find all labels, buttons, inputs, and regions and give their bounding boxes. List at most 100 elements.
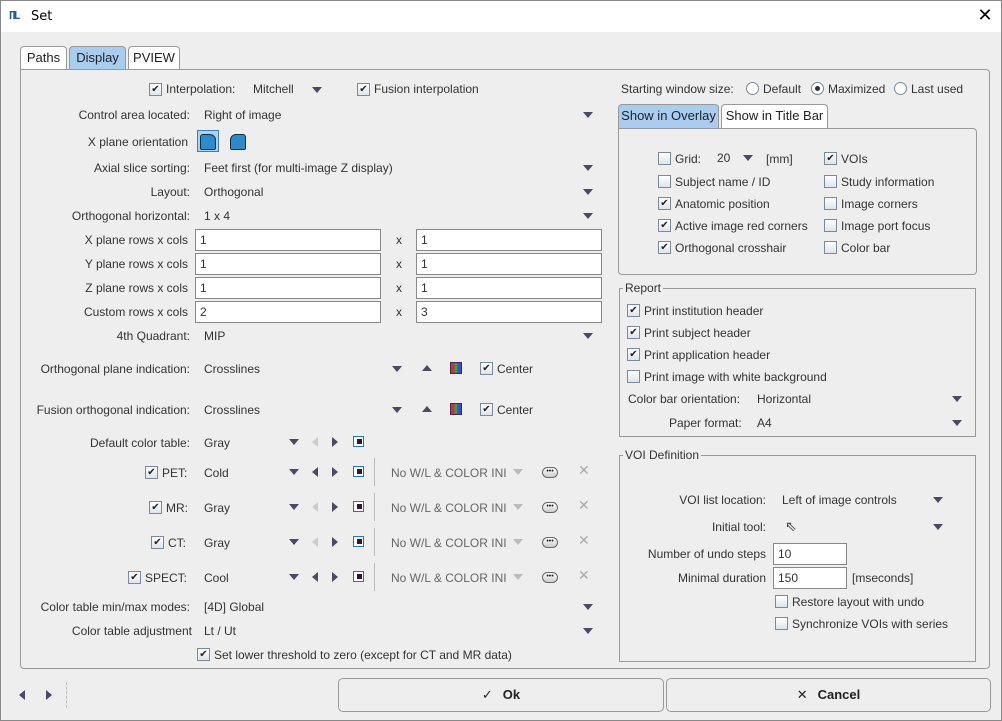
pet-dropdown-icon[interactable]: [289, 469, 299, 475]
ct-table-select[interactable]: Gray: [204, 536, 230, 550]
next-icon[interactable]: [332, 437, 338, 447]
study-info-checkbox[interactable]: [824, 175, 837, 188]
mr-color-table-icon[interactable]: [353, 501, 364, 512]
y-plane-rows-input[interactable]: 1: [195, 253, 381, 275]
fusion-indication-up-icon[interactable]: [422, 406, 432, 412]
minimal-duration-input[interactable]: 150: [773, 567, 847, 589]
orthogonal-crosshair-checkbox[interactable]: ✔: [658, 241, 671, 254]
paper-format-select[interactable]: A4: [757, 416, 772, 430]
spect-checkbox[interactable]: ✔: [128, 571, 141, 584]
color-bar-orientation-dropdown-icon[interactable]: [952, 396, 962, 402]
default-color-table-dropdown-icon[interactable]: [289, 439, 299, 445]
mr-next-icon[interactable]: [332, 502, 338, 512]
ct-more-icon[interactable]: •••: [542, 537, 558, 548]
orthogonal-indication-up-icon[interactable]: [422, 365, 432, 371]
fusion-center-checkbox[interactable]: ✔: [480, 403, 493, 416]
mr-clear-icon[interactable]: ✕: [578, 498, 590, 514]
color-bar-orientation-select[interactable]: Horizontal: [757, 392, 811, 406]
pet-clear-icon[interactable]: ✕: [578, 463, 590, 479]
fusion-indication-color-icon[interactable]: [450, 403, 462, 415]
custom-cols-input[interactable]: 3: [416, 301, 602, 323]
fusion-indication-dropdown-icon[interactable]: [392, 407, 402, 413]
layout-dropdown-icon[interactable]: [583, 189, 593, 195]
ct-preset-dropdown-icon[interactable]: [513, 539, 523, 545]
color-table-editor-icon[interactable]: [353, 436, 364, 447]
minmax-modes-select[interactable]: [4D] Global: [204, 600, 264, 614]
y-plane-cols-input[interactable]: 1: [416, 253, 602, 275]
radio-maximized[interactable]: [811, 82, 824, 95]
orthogonal-horizontal-select[interactable]: 1 x 4: [204, 209, 230, 223]
mr-dropdown-icon[interactable]: [289, 504, 299, 510]
radio-default[interactable]: [746, 82, 759, 95]
print-application-checkbox[interactable]: ✔: [627, 348, 640, 361]
ct-color-table-icon[interactable]: [353, 536, 364, 547]
layout-select[interactable]: Orthogonal: [204, 185, 263, 199]
fusion-interpolation-checkbox[interactable]: ✔: [357, 83, 370, 96]
custom-rows-input[interactable]: 2: [195, 301, 381, 323]
control-area-select[interactable]: Right of image: [204, 108, 281, 122]
paper-format-dropdown-icon[interactable]: [952, 420, 962, 426]
minmax-modes-dropdown-icon[interactable]: [583, 604, 593, 610]
tab-show-in-overlay[interactable]: Show in Overlay: [618, 104, 719, 128]
pet-preset-select[interactable]: No W/L & COLOR INI: [391, 466, 507, 480]
z-plane-cols-input[interactable]: 1: [416, 277, 602, 299]
mr-table-select[interactable]: Gray: [204, 501, 230, 515]
nav-back-icon[interactable]: [19, 690, 25, 700]
nav-forward-icon[interactable]: [46, 690, 52, 700]
adjustment-dropdown-icon[interactable]: [583, 628, 593, 634]
control-area-dropdown-icon[interactable]: [583, 112, 593, 118]
spect-preset-dropdown-icon[interactable]: [513, 574, 523, 580]
mr-more-icon[interactable]: •••: [542, 502, 558, 513]
orthogonal-horizontal-dropdown-icon[interactable]: [583, 213, 593, 219]
interpolation-checkbox[interactable]: ✔: [149, 83, 162, 96]
ct-preset-select[interactable]: No W/L & COLOR INI: [391, 536, 507, 550]
tab-pview[interactable]: PVIEW: [128, 46, 180, 70]
initial-tool-dropdown-icon[interactable]: [933, 524, 943, 530]
print-institution-checkbox[interactable]: ✔: [627, 304, 640, 317]
tab-show-in-title-bar[interactable]: Show in Title Bar: [721, 104, 828, 128]
close-icon[interactable]: ✕: [973, 5, 997, 27]
cancel-button[interactable]: ✕ Cancel: [666, 678, 991, 712]
print-subject-checkbox[interactable]: ✔: [627, 326, 640, 339]
undo-steps-input[interactable]: 10: [773, 543, 847, 565]
axial-slice-sorting-dropdown-icon[interactable]: [583, 165, 593, 171]
voi-list-location-select[interactable]: Left of image controls: [782, 493, 897, 507]
sync-vois-checkbox[interactable]: [775, 617, 788, 630]
active-red-corners-checkbox[interactable]: ✔: [658, 219, 671, 232]
restore-layout-checkbox[interactable]: [775, 595, 788, 608]
orthogonal-indication-dropdown-icon[interactable]: [392, 366, 402, 372]
fourth-quadrant-select[interactable]: MIP: [204, 329, 225, 343]
pet-more-icon[interactable]: •••: [542, 467, 558, 478]
ct-clear-icon[interactable]: ✕: [578, 533, 590, 549]
spect-color-table-icon[interactable]: [353, 571, 364, 582]
pet-next-icon[interactable]: [332, 467, 338, 477]
pet-checkbox[interactable]: ✔: [145, 466, 158, 479]
voi-list-location-dropdown-icon[interactable]: [933, 497, 943, 503]
tab-paths[interactable]: Paths: [20, 46, 67, 70]
spect-clear-icon[interactable]: ✕: [578, 568, 590, 584]
interpolation-select[interactable]: Mitchell: [253, 82, 294, 96]
adjustment-select[interactable]: Lt / Ut: [204, 624, 236, 638]
ct-dropdown-icon[interactable]: [289, 539, 299, 545]
pet-previous-icon[interactable]: [312, 467, 318, 477]
radio-last-used[interactable]: [894, 82, 907, 95]
spect-next-icon[interactable]: [332, 572, 338, 582]
ct-next-icon[interactable]: [332, 537, 338, 547]
image-corners-checkbox[interactable]: [824, 197, 837, 210]
mr-preset-select[interactable]: No W/L & COLOR INI: [391, 501, 507, 515]
x-plane-cols-input[interactable]: 1: [416, 229, 602, 251]
spect-previous-icon[interactable]: [312, 572, 318, 582]
ok-button[interactable]: ✓ Ok: [338, 678, 664, 712]
spect-table-select[interactable]: Cool: [204, 571, 229, 585]
spect-more-icon[interactable]: •••: [542, 572, 558, 583]
ct-checkbox[interactable]: ✔: [151, 536, 164, 549]
spect-preset-select[interactable]: No W/L & COLOR INI: [391, 571, 507, 585]
mr-previous-icon[interactable]: [312, 502, 318, 512]
orthogonal-center-checkbox[interactable]: ✔: [480, 362, 493, 375]
ct-previous-icon[interactable]: [312, 537, 318, 547]
color-bar-checkbox[interactable]: [824, 241, 837, 254]
previous-icon[interactable]: [312, 437, 318, 447]
spect-dropdown-icon[interactable]: [289, 574, 299, 580]
fusion-orthogonal-indication-select[interactable]: Crosslines: [204, 403, 260, 417]
default-color-table-select[interactable]: Gray: [204, 436, 230, 450]
